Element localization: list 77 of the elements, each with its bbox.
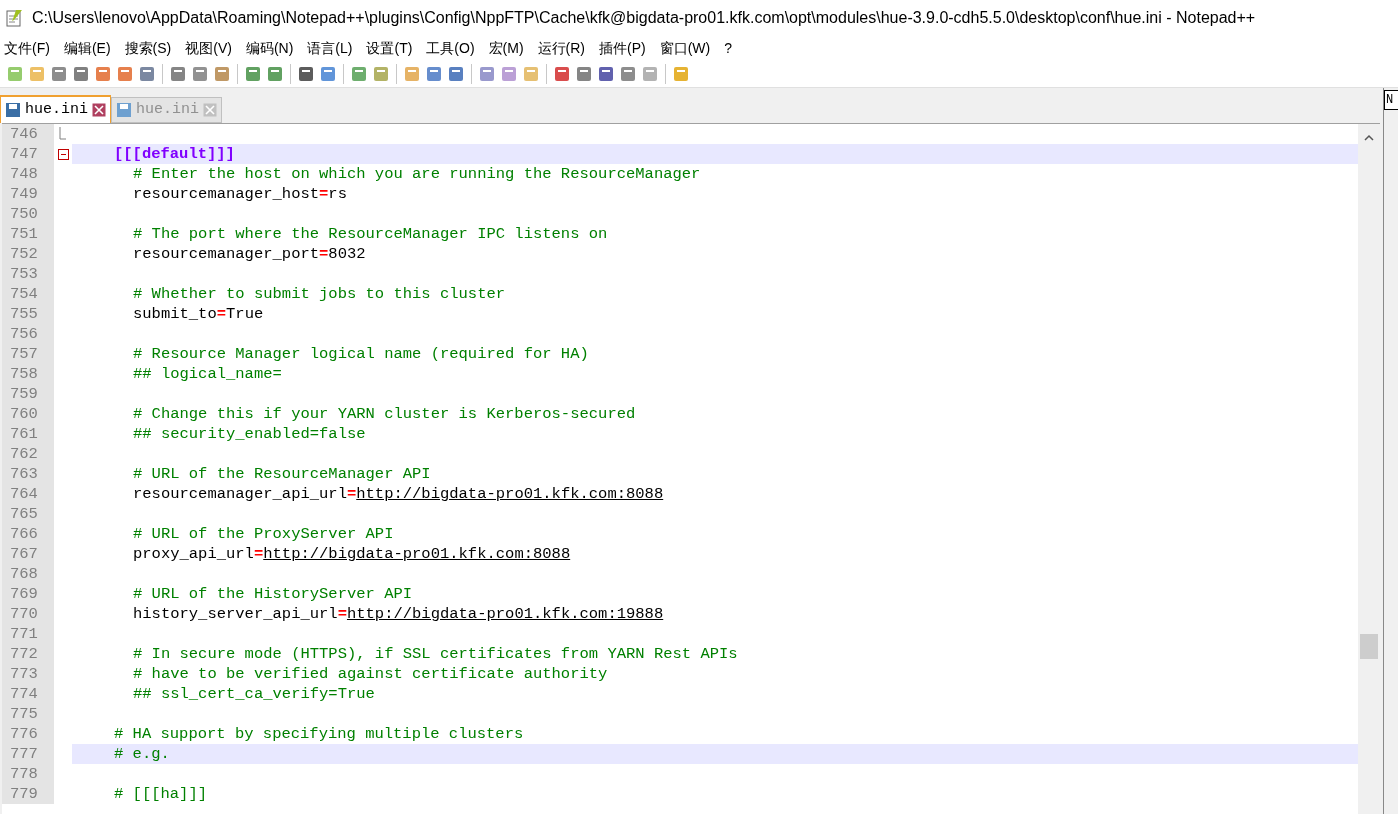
line-number: 764 [2, 484, 54, 504]
menu-item[interactable]: 工具(O) [426, 37, 475, 59]
line-number: 756 [2, 324, 54, 344]
code-line: # In secure mode (HTTPS), if SSL certificates from YARN Rest APIs [133, 645, 738, 663]
menu-item[interactable]: 编码(N) [245, 37, 294, 59]
file-tab[interactable]: hue.ini [0, 95, 111, 123]
menu-item[interactable]: 窗口(W) [659, 37, 711, 59]
line-number: 772 [2, 644, 54, 664]
line-number: 762 [2, 444, 54, 464]
line-number: 763 [2, 464, 54, 484]
code-line: # URL of the ResourceManager API [133, 465, 431, 483]
code-line: history_server_api_url=http://bigdata-pro01.kfk.com:19888 [133, 605, 664, 623]
code-line: # The port where the ResourceManager IPC listens on [133, 225, 608, 243]
line-number: 767 [2, 544, 54, 564]
menu-item[interactable]: 编辑(E) [63, 37, 111, 59]
line-number: 755 [2, 304, 54, 324]
menu-item[interactable]: 运行(R) [537, 37, 585, 59]
line-number: 748 [2, 164, 54, 184]
code-line: proxy_api_url=http://bigdata-pro01.kfk.com:8088 [133, 545, 571, 563]
code-line: [[[default]]] [114, 145, 235, 163]
line-number: 778 [2, 764, 54, 784]
menu-item[interactable]: 语言(L) [307, 37, 353, 59]
code-line: resourcemanager_port=8032 [133, 245, 366, 263]
line-number: 779 [2, 784, 54, 804]
line-number: 768 [2, 564, 54, 584]
menu-item[interactable]: 视图(V) [185, 37, 232, 59]
fold-collapse-icon[interactable] [57, 148, 69, 160]
line-number: 771 [2, 624, 54, 644]
line-number: 776 [2, 724, 54, 744]
line-number: 761 [2, 424, 54, 444]
notepad-icon [4, 8, 24, 28]
line-number: 766 [2, 524, 54, 544]
code-line: ## security_enabled=false [133, 425, 366, 443]
line-number: 746 [2, 124, 54, 144]
code-line: # [[[ha]]] [114, 785, 207, 803]
code-line: # Resource Manager logical name (required for HA) [133, 345, 589, 363]
line-number: 750 [2, 204, 54, 224]
line-number: 775 [2, 704, 54, 724]
line-number: 774 [2, 684, 54, 704]
code-line: ## logical_name= [133, 365, 282, 383]
code-line: # Change this if your YARN cluster is Kerberos-secured [133, 405, 636, 423]
line-number: 751 [2, 224, 54, 244]
line-number: 747 [2, 144, 54, 164]
line-number: 765 [2, 504, 54, 524]
window-title: C:\Users\lenovo\AppData\Roaming\Notepad++\plugins\Config\NppFTP\Cache\kfk@bigdata-pro01.kfk.com\opt\modules\hue-3.9.0-cdh5.5.0\desktop\conf\hue.ini - Notepad++ [32, 8, 1256, 28]
menu-item[interactable]: 设置(T) [366, 37, 413, 59]
code-line: resourcemanager_host=rs [133, 185, 347, 203]
line-number: 773 [2, 664, 54, 684]
code-line: # URL of the ProxyServer API [133, 525, 394, 543]
code-line: # Enter the host on which you are running the ResourceManager [133, 165, 701, 183]
code-line: # URL of the HistoryServer API [133, 585, 413, 603]
line-number: 749 [2, 184, 54, 204]
code-line: submit_to=True [133, 305, 264, 323]
line-number: 770 [2, 604, 54, 624]
vertical-scrollbar[interactable] [1358, 124, 1380, 814]
code-line: # Whether to submit jobs to this cluster [133, 285, 506, 303]
line-number: 757 [2, 344, 54, 364]
code-line: ## ssl_cert_ca_verify=True [133, 685, 375, 703]
line-number: 759 [2, 384, 54, 404]
scrollbar-thumb[interactable] [1360, 634, 1378, 659]
menu-item[interactable]: 宏(M) [488, 37, 524, 59]
code-line: # HA support by specifying multiple clusters [114, 725, 524, 743]
code-line: # e.g. [114, 745, 170, 763]
menu-item[interactable]: 插件(P) [599, 37, 646, 59]
code-line: # have to be verified against certificate authority [133, 665, 608, 683]
menu-item[interactable]: ? [724, 37, 733, 59]
line-number: 752 [2, 244, 54, 264]
line-number: 769 [2, 584, 54, 604]
line-number: 754 [2, 284, 54, 304]
line-number: 758 [2, 364, 54, 384]
panel-title: N [1384, 90, 1398, 110]
code-line: resourcemanager_api_url=http://bigdata-pro01.kfk.com:8088 [133, 485, 664, 503]
line-number: 753 [2, 264, 54, 284]
line-number: 777 [2, 744, 54, 764]
menu-item[interactable]: 搜索(S) [124, 37, 172, 59]
line-number: 760 [2, 404, 54, 424]
menu-item[interactable]: 文件(F) [4, 37, 50, 59]
